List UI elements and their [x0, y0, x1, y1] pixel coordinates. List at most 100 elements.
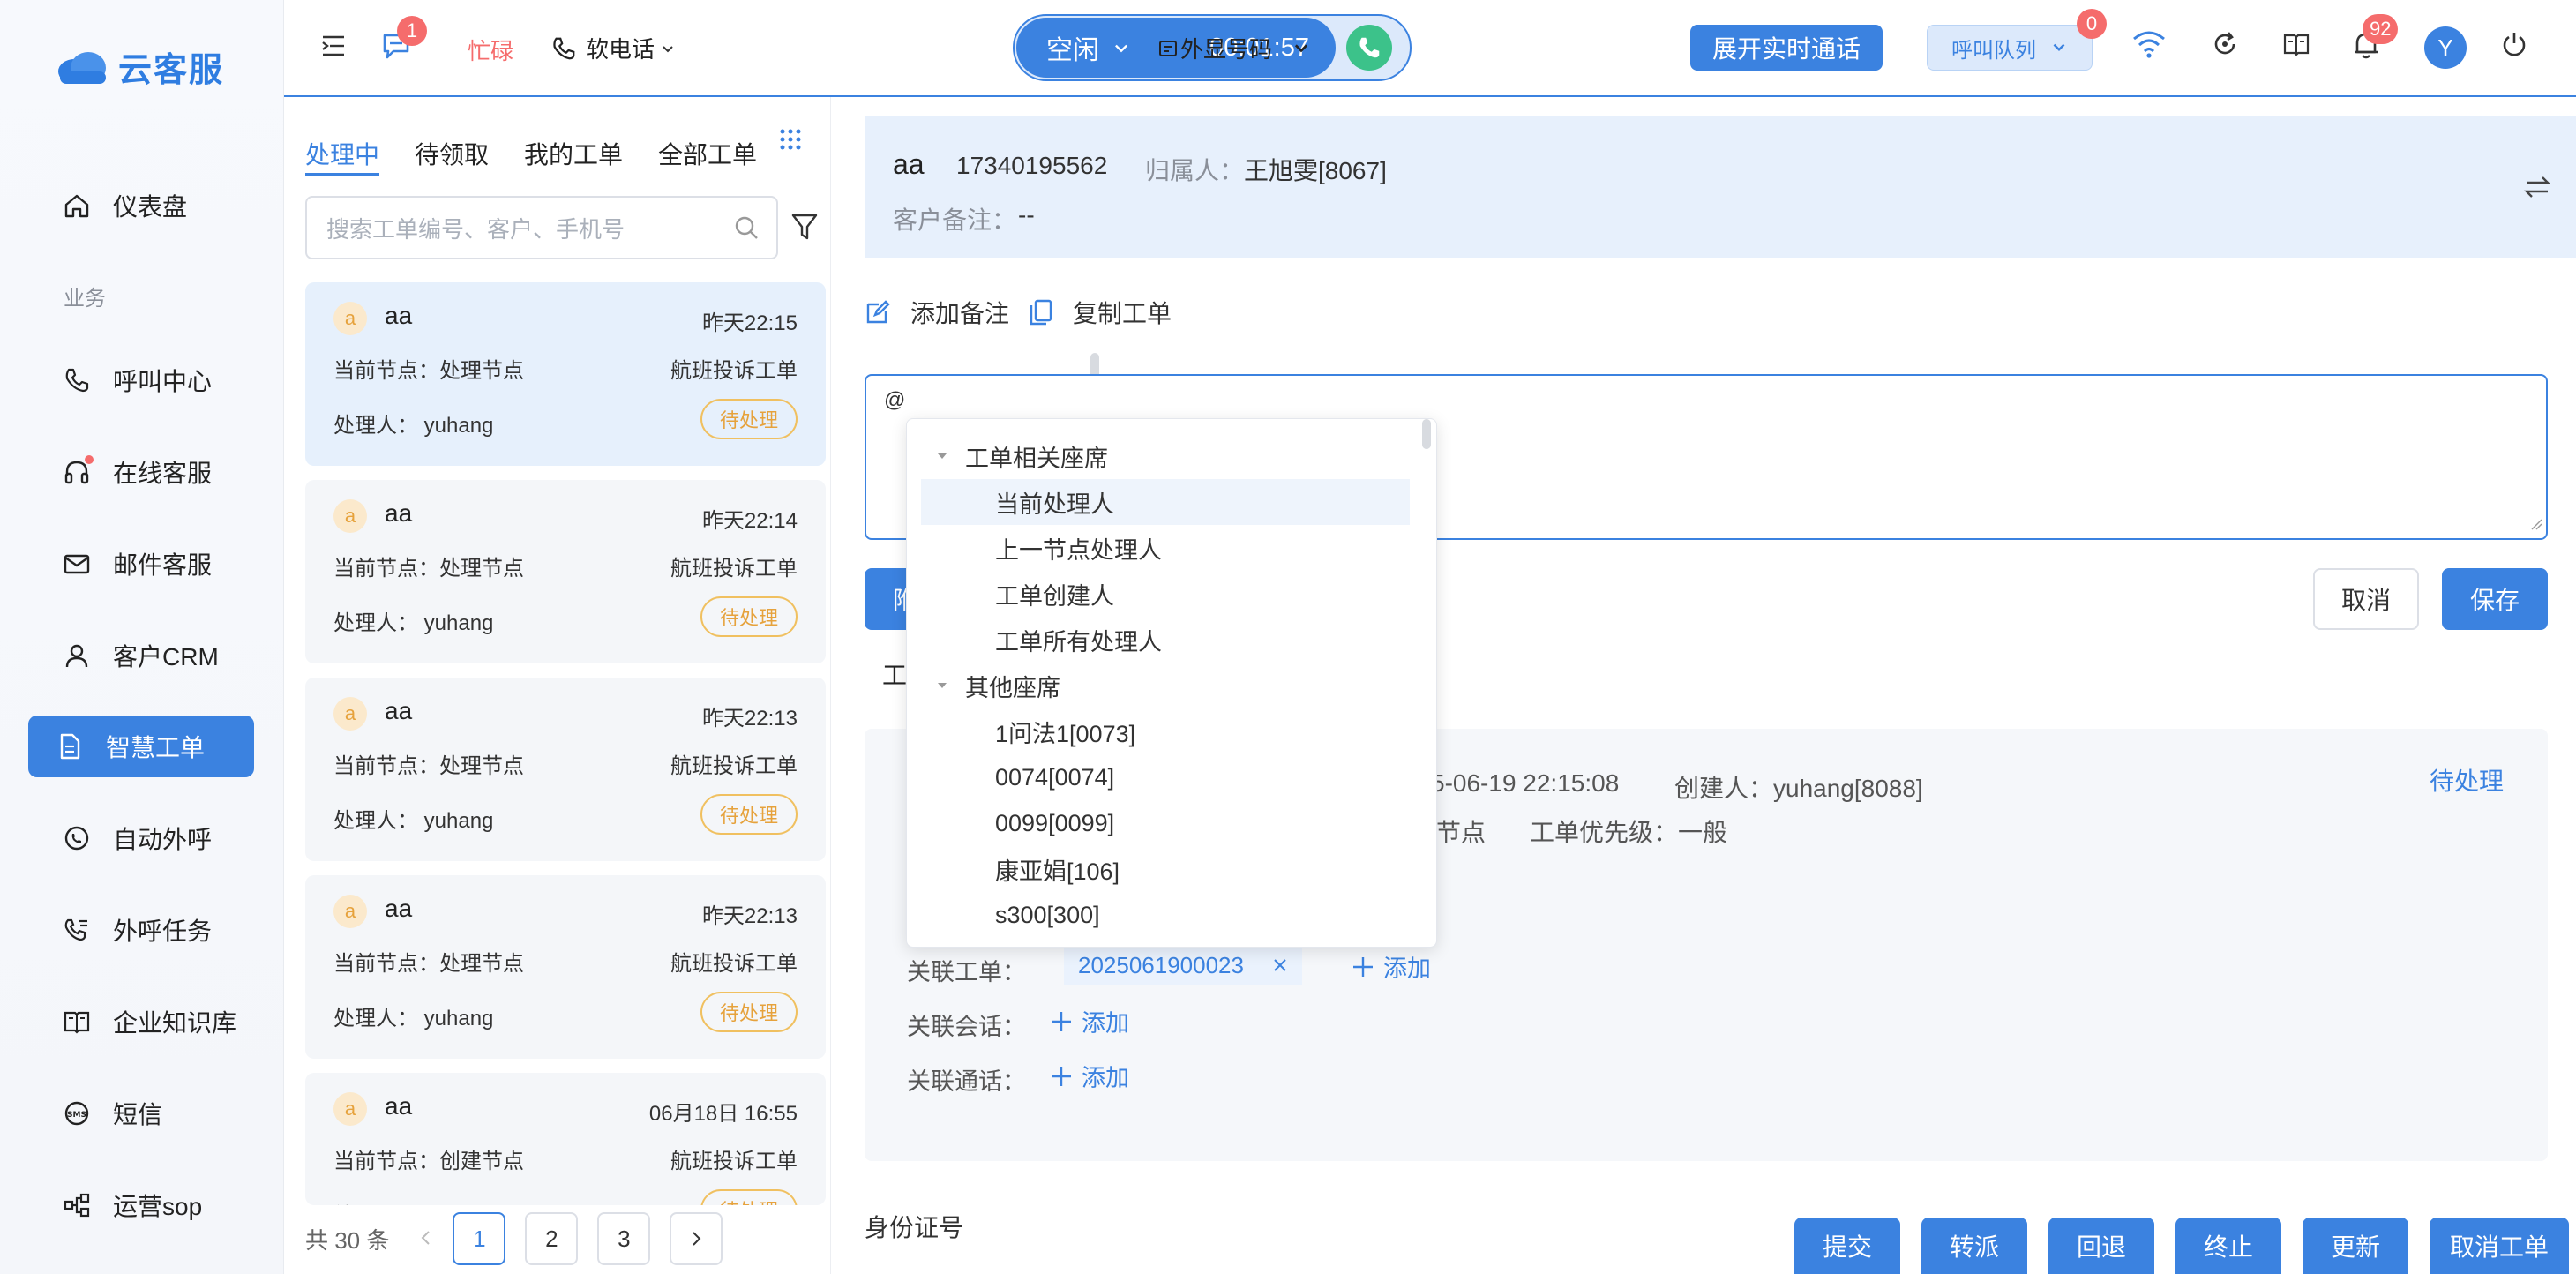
owner-label: 归属人：: [1145, 157, 1245, 184]
chevron-right-icon: [693, 1232, 701, 1246]
menu-fold-icon[interactable]: [319, 32, 348, 64]
add-related-session-button[interactable]: 添加: [1050, 1004, 1129, 1038]
related-session-label: 关联会话：: [907, 1014, 1026, 1040]
next-page-button[interactable]: [670, 1212, 723, 1265]
sidebar-item-smart-ticket[interactable]: 智慧工单: [28, 716, 254, 777]
expand-realtime-call-button[interactable]: 展开实时通话: [1690, 25, 1883, 71]
add-related-call-button[interactable]: 添加: [1050, 1059, 1129, 1093]
sidebar-item-crm[interactable]: 客户CRM: [28, 625, 254, 686]
id-card-icon: [1159, 40, 1177, 56]
copy-ticket-button[interactable]: 复制工单: [1029, 295, 1172, 330]
book-icon[interactable]: [2281, 30, 2311, 63]
top-bar: 1 忙碌 软电话 空闲 00:01:57 外显号码 展开实时通话 呼叫队列 0: [284, 0, 2576, 97]
dropdown-item[interactable]: 工单创建人: [921, 571, 1410, 617]
dropdown-item[interactable]: 当前处理人: [921, 479, 1410, 525]
chat-badge: 1: [397, 16, 427, 46]
page-button[interactable]: 3: [597, 1212, 651, 1265]
sidebar-item-sms[interactable]: SMS 短信: [28, 1083, 254, 1144]
add-note-button[interactable]: 添加备注: [865, 295, 1009, 330]
wifi-icon[interactable]: [2131, 28, 2167, 64]
sidebar-item-label: 智慧工单: [106, 734, 206, 761]
add-label: 添加: [1383, 956, 1431, 982]
resize-handle-icon[interactable]: [2530, 518, 2542, 535]
plus-icon: [1052, 1066, 1071, 1086]
chevron-left-icon[interactable]: [419, 1225, 433, 1253]
ticket-card[interactable]: a aa 昨天22:13 当前节点：处理节点 航班投诉工单 处理人： yuhan…: [305, 875, 826, 1059]
refresh-icon[interactable]: [2211, 30, 2239, 63]
tab-processing[interactable]: 处理中: [305, 118, 380, 176]
sidebar-item-dashboard[interactable]: 仪表盘: [28, 175, 254, 236]
update-button[interactable]: 更新: [2303, 1218, 2408, 1274]
sidebar-item-label: 运营sop: [113, 1193, 203, 1220]
ticket-card[interactable]: a aa 06月18日 16:55 当前节点：创建节点 航班投诉工单 处理人： …: [305, 1073, 826, 1205]
dropdown-item[interactable]: s300[300]: [921, 892, 1410, 938]
cancel-button[interactable]: 取消: [2313, 568, 2419, 630]
sidebar-item-online-service[interactable]: 在线客服: [28, 441, 254, 503]
dropdown-group-ticket-agents[interactable]: 工单相关座席: [921, 433, 1410, 479]
handler: 处理人： yuhang: [333, 809, 494, 833]
sms-icon: SMS: [62, 1098, 92, 1128]
detail-tab[interactable]: 工: [882, 656, 907, 692]
search-placeholder: 搜索工单编号、客户、手机号: [326, 215, 625, 243]
document-icon: [55, 731, 85, 761]
status-text: 待处理: [2430, 768, 2505, 795]
ticket-card[interactable]: a aa 昨天22:13 当前节点：处理节点 航班投诉工单 处理人： yuhan…: [305, 678, 826, 861]
dropdown-item[interactable]: 0099[0099]: [921, 800, 1410, 846]
terminate-button[interactable]: 终止: [2175, 1218, 2281, 1274]
busy-status[interactable]: 忙碌: [468, 34, 513, 66]
tab-pending-claim[interactable]: 待领取: [415, 118, 489, 176]
page-button[interactable]: 1: [453, 1212, 506, 1265]
sidebar-item-auto-dial[interactable]: 自动外呼: [28, 807, 254, 869]
headset-icon: [62, 455, 94, 487]
chevron-down-icon: [1115, 44, 1127, 53]
dropdown-scrollbar[interactable]: [1422, 419, 1431, 449]
ticket-card[interactable]: a aa 昨天22:15 当前节点：处理节点 航班投诉工单 处理人： yuhan…: [305, 282, 826, 466]
ticket-time: 昨天22:14: [701, 509, 798, 533]
add-label: 添加: [1082, 1065, 1129, 1091]
save-button[interactable]: 保存: [2442, 568, 2548, 630]
power-icon[interactable]: [2500, 30, 2528, 63]
sidebar-item-knowledge-base[interactable]: 企业知识库: [28, 991, 254, 1053]
filter-icon[interactable]: [790, 212, 819, 246]
grid-menu-icon[interactable]: [778, 127, 803, 156]
cancel-ticket-button[interactable]: 取消工单: [2430, 1218, 2569, 1274]
caret-down-icon: [938, 683, 947, 688]
related-call-label: 关联通话：: [907, 1068, 1026, 1095]
page-button[interactable]: 2: [525, 1212, 579, 1265]
tab-my-tickets[interactable]: 我的工单: [524, 118, 623, 176]
soft-phone-selector[interactable]: 软电话: [550, 32, 676, 64]
tab-all-tickets[interactable]: 全部工单: [658, 118, 757, 176]
sidebar-item-call-center[interactable]: 呼叫中心: [28, 349, 254, 411]
sidebar-item-label: 自动外呼: [113, 826, 213, 853]
call-queue-button[interactable]: 呼叫队列: [1927, 25, 2093, 71]
ticket-card[interactable]: a aa 昨天22:14 当前节点：处理节点 航班投诉工单 处理人： yuhan…: [305, 480, 826, 663]
close-icon[interactable]: [1272, 952, 1288, 979]
brand-logo[interactable]: 云客服: [55, 42, 224, 91]
sidebar-item-sop[interactable]: 运营sop: [28, 1174, 254, 1236]
related-ticket-label: 关联工单：: [907, 959, 1026, 985]
swap-icon[interactable]: [2523, 173, 2551, 206]
ticket-type: 航班投诉工单: [670, 557, 798, 581]
dropdown-item[interactable]: 0074[0074]: [921, 754, 1410, 800]
sidebar-item-outbound-task[interactable]: 外呼任务: [28, 899, 254, 961]
dropdown-item[interactable]: 康亚娟[106]: [921, 846, 1410, 892]
rollback-button[interactable]: 回退: [2048, 1218, 2154, 1274]
user-avatar[interactable]: Y: [2424, 26, 2467, 69]
answer-call-button[interactable]: [1346, 25, 1392, 71]
related-ticket-tag[interactable]: 2025061900023: [1064, 946, 1302, 985]
dropdown-item[interactable]: 工单所有处理人: [921, 617, 1410, 663]
outbound-number-selector[interactable]: 外显号码: [1157, 32, 1311, 64]
transfer-button[interactable]: 转派: [1921, 1218, 2027, 1274]
dropdown-item[interactable]: 上一节点处理人: [921, 525, 1410, 571]
ticket-search-input[interactable]: 搜索工单编号、客户、手机号: [305, 196, 778, 259]
dropdown-group-other-agents[interactable]: 其他座席: [921, 663, 1410, 708]
dropdown-item[interactable]: 1问法1[0073]: [921, 708, 1410, 754]
group-label: 其他座席: [965, 674, 1060, 701]
sidebar-item-label: 外呼任务: [113, 918, 213, 945]
submit-button[interactable]: 提交: [1794, 1218, 1900, 1274]
avatar: a: [333, 499, 367, 533]
customer-name: aa: [385, 1092, 413, 1120]
add-related-ticket-button[interactable]: 添加: [1352, 949, 1431, 984]
customer-name: aa: [385, 302, 413, 329]
sidebar-item-email-service[interactable]: 邮件客服: [28, 533, 254, 595]
